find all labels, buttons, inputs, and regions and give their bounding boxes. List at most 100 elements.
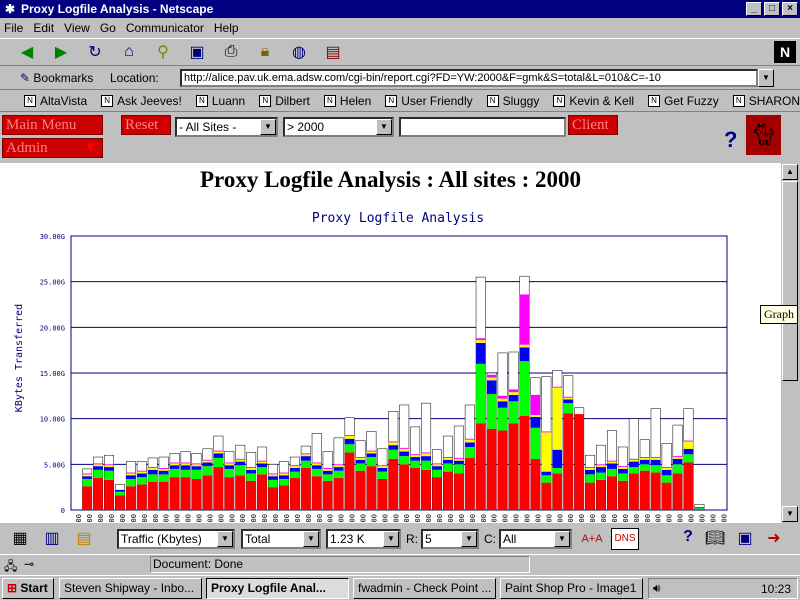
bar-segment-red[interactable] [596, 479, 606, 510]
search-icon[interactable]: ⚲ [150, 40, 176, 64]
bar-segment-yellow[interactable] [476, 340, 486, 343]
bar-segment-red[interactable] [618, 480, 628, 510]
bar-segment-yellow[interactable] [399, 448, 409, 452]
bar-segment-red[interactable] [224, 477, 234, 510]
bar-segment-blue[interactable] [672, 458, 683, 465]
bar-segment-magenta[interactable] [476, 338, 486, 341]
bar-segment-green[interactable] [377, 471, 388, 479]
bar-segment-magenta[interactable] [344, 435, 355, 437]
bar-segment-green[interactable] [148, 474, 158, 482]
bar-segment-magenta[interactable] [126, 472, 136, 474]
client-input[interactable] [399, 117, 566, 137]
bar-segment-blue[interactable] [93, 466, 103, 470]
bar-segment-red[interactable] [563, 413, 573, 510]
bar-segment-magenta[interactable] [410, 454, 420, 456]
bar-segment-magenta[interactable] [388, 441, 398, 443]
bar-segment-red[interactable] [126, 486, 136, 510]
bar-segment-green[interactable] [519, 361, 530, 416]
bar-segment-magenta[interactable] [257, 460, 267, 462]
bar-segment-green[interactable] [224, 468, 234, 478]
bar-segment-blue[interactable] [486, 380, 497, 395]
shop-icon[interactable]: ◍ [286, 40, 312, 64]
metric-select[interactable]: Traffic (Kbytes) ▼ [117, 529, 235, 549]
bar-segment-red[interactable] [640, 470, 650, 510]
task-inbox[interactable]: Steven Shipway - Inbo... [59, 578, 202, 599]
start-button[interactable]: ⊞ Start [2, 578, 54, 599]
bar-segment-yellow[interactable] [213, 451, 224, 454]
bar-segment-green[interactable] [169, 468, 180, 478]
bar-segment-yellow[interactable] [563, 397, 573, 400]
bar-segment-blue[interactable] [454, 460, 464, 465]
bar-segment-yellow[interactable] [257, 461, 267, 464]
bar-segment-blue[interactable] [312, 465, 322, 469]
bar-segment-blue[interactable] [333, 467, 344, 471]
bar-segment-yellow[interactable] [432, 464, 442, 467]
save-icon[interactable]: ▣ [733, 528, 757, 550]
bar-segment-green[interactable] [476, 363, 486, 424]
bar-segment-magenta[interactable] [191, 463, 202, 465]
bar-segment-blue[interactable] [148, 469, 158, 475]
bar-segment-green[interactable] [180, 469, 191, 478]
bar-segment-yellow[interactable] [169, 463, 180, 466]
bar-segment-blue[interactable] [519, 347, 530, 362]
bar-segment-yellow[interactable] [465, 439, 475, 443]
bar-segment-blue[interactable] [421, 456, 431, 461]
bar-segment-red[interactable] [322, 480, 333, 510]
bar-segment-yellow[interactable] [629, 459, 639, 462]
bar-segment-magenta[interactable] [432, 463, 442, 465]
menu-edit[interactable]: Edit [33, 21, 54, 35]
bar-segment-blue[interactable] [377, 467, 388, 472]
bar-segment-red[interactable] [366, 466, 377, 510]
bar-segment-blue[interactable] [224, 465, 234, 469]
bar-segment-yellow[interactable] [585, 467, 595, 470]
bar-segment-red[interactable] [661, 482, 672, 510]
bar-segment-yellow[interactable] [443, 457, 453, 460]
bar-segment-yellow[interactable] [344, 436, 355, 439]
bar-segment-red[interactable] [585, 482, 595, 510]
bar-segment-red[interactable] [629, 473, 639, 510]
bar-segment-yellow[interactable] [486, 377, 497, 381]
bar-segment-yellow[interactable] [333, 465, 344, 468]
bar-segment-green[interactable] [115, 491, 125, 496]
bar-segment-yellow[interactable] [661, 467, 672, 470]
bar-segment-yellow[interactable] [268, 474, 278, 477]
bar-segment-red[interactable] [399, 464, 409, 510]
bar-segment-magenta[interactable] [399, 447, 409, 449]
bar-segment-red[interactable] [213, 467, 224, 510]
bar-segment-green[interactable] [82, 478, 92, 487]
bar-segment-yellow[interactable] [180, 463, 191, 466]
bar-segment-magenta[interactable] [421, 452, 431, 454]
bar-segment-red[interactable] [421, 469, 431, 510]
bar-segment-red[interactable] [344, 452, 355, 510]
bar-segment-red[interactable] [246, 480, 256, 510]
bar-segment-blue[interactable] [650, 459, 661, 466]
bar-segment-magenta[interactable] [661, 467, 672, 468]
bar-segment-yellow[interactable] [508, 392, 519, 395]
link-sluggy[interactable]: N Sluggy [486, 94, 539, 108]
help-icon[interactable]: ? [724, 127, 737, 153]
bar-segment-green[interactable] [410, 460, 420, 468]
bar-segment-red[interactable] [443, 471, 453, 510]
bar-segment-green[interactable] [618, 473, 628, 481]
bar-segment-green[interactable] [607, 468, 617, 477]
link-helen[interactable]: N Helen [323, 94, 371, 108]
bar-segment-magenta[interactable] [508, 389, 519, 393]
bar-segment-magenta[interactable] [180, 462, 191, 464]
bar-segment-yellow[interactable] [530, 415, 541, 417]
bar-segment-yellow[interactable] [410, 455, 420, 458]
bar-segment-blue[interactable] [158, 470, 169, 475]
stacked-chart-icon[interactable]: ▤ [72, 528, 96, 550]
bar-segment-green[interactable] [290, 471, 300, 479]
bar-segment-yellow[interactable] [640, 457, 650, 460]
link-get-fuzzy[interactable]: N Get Fuzzy [648, 94, 719, 108]
table-icon[interactable]: ▦ [8, 528, 32, 550]
task-proxy-logfile[interactable]: Proxy Logfile Anal... [206, 578, 349, 599]
bar-segment-magenta[interactable] [497, 395, 508, 399]
vertical-scrollbar[interactable]: ▲ ▼ [781, 163, 800, 523]
c-select[interactable]: All ▼ [499, 529, 572, 549]
bar-segment-magenta[interactable] [607, 460, 617, 462]
bar-segment-blue[interactable] [497, 401, 508, 408]
bar-segment-green[interactable] [694, 508, 705, 510]
bar-segment-magenta[interactable] [301, 453, 311, 455]
bar-segment-blue[interactable] [399, 451, 409, 457]
